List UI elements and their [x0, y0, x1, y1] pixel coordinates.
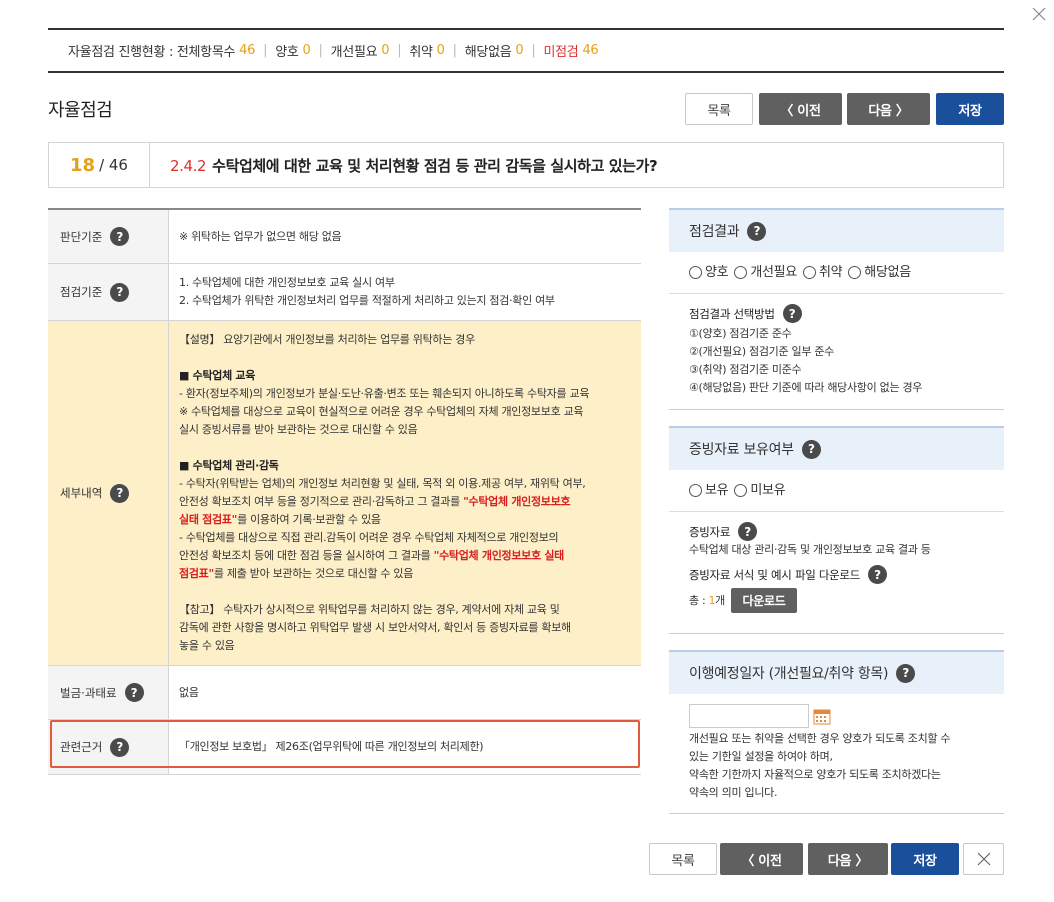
result-section: 점검결과? 양호 개선필요 취약 해당없음 점검결과 선택방법? ①(양호) 점…: [669, 208, 1004, 410]
evidence-section: 증빙자료 보유여부? 보유 미보유 증빙자료? 수탁업체 대상 관리·감독 및 …: [669, 426, 1004, 634]
table-row: 벌금·과태료? 없음: [48, 666, 641, 720]
radio-circle-icon: [848, 266, 862, 279]
divider: |: [452, 43, 457, 58]
prev-button-bottom[interactable]: 〈 이전: [720, 843, 803, 875]
window-close-button[interactable]: [1026, 2, 1052, 26]
save-button-bottom[interactable]: 저장: [891, 843, 959, 875]
row-head-check: 점검기준?: [48, 264, 169, 320]
status-na: 0: [515, 43, 524, 58]
list-button[interactable]: 목록: [685, 93, 753, 125]
file-total-count: 1: [708, 593, 716, 607]
save-button[interactable]: 저장: [936, 93, 1004, 125]
status-good-label: 양호: [275, 45, 299, 60]
question-text: 수탁업체에 대한 교육 및 처리현황 점검 등 관리 감독을 실시하고 있는가?: [212, 156, 658, 175]
result-radio-group: 양호 개선필요 취약 해당없음: [669, 252, 1004, 294]
divider: |: [531, 43, 536, 58]
method-list: ①(양호) 점검기준 준수 ②(개선필요) 점검기준 일부 준수 ③(취약) 점…: [689, 327, 923, 394]
help-icon[interactable]: ?: [738, 522, 758, 541]
close-icon: [977, 852, 990, 866]
status-improve-label: 개선필요: [330, 45, 378, 60]
status-total: 46: [239, 43, 256, 58]
method-title: 점검결과 선택방법?: [689, 304, 984, 323]
help-icon[interactable]: ?: [747, 221, 767, 241]
radio-na[interactable]: 해당없음: [848, 264, 911, 282]
radio-circle-icon: [734, 484, 748, 497]
status-unchecked-label: 미점검: [543, 45, 579, 60]
row-head-criteria: 판단기준?: [48, 210, 169, 263]
status-na-label: 해당없음: [464, 45, 512, 60]
file-total-label: 총 :: [689, 593, 706, 607]
evidence-radio-group: 보유 미보유: [669, 470, 1004, 512]
table-row: 세부내역? 【설명】 요양기관에서 개인정보를 처리하는 업무를 위탁하는 경우…: [48, 321, 641, 666]
radio-circle-icon: [689, 266, 702, 279]
help-icon[interactable]: ?: [110, 483, 130, 503]
schedule-head: 이행예정일자 (개선필요/취약 항목)?: [669, 652, 1004, 694]
prev-button[interactable]: 〈 이전: [759, 93, 842, 125]
status-good: 0: [302, 43, 311, 58]
schedule-notes: 개선필요 또는 취약을 선택한 경우 양호가 되도록 조치할 수 있는 기한일 …: [689, 732, 951, 799]
question-header: 18 / 46 2.4.2 수탁업체에 대한 교육 및 처리현황 점검 등 관리 …: [48, 142, 1004, 188]
row-head-penalty: 벌금·과태료?: [48, 666, 169, 719]
evidence-doc-title: 증빙자료?: [689, 522, 984, 541]
status-label: 자율점검 진행현황 : 전체항목수: [68, 45, 236, 60]
file-total-unit: 개: [715, 593, 725, 607]
penalty-text: 없음: [179, 685, 199, 699]
basis-text: 「개인정보 보호법」 제26조(업무위탁에 따른 개인정보의 처리제한): [179, 740, 484, 753]
status-weak-label: 취약: [409, 45, 433, 60]
result-panel: 점검결과? 양호 개선필요 취약 해당없음 점검결과 선택방법? ①(양호) 점…: [669, 208, 1004, 814]
radio-weak[interactable]: 취약: [802, 264, 843, 282]
radio-have[interactable]: 보유: [689, 482, 729, 500]
row-head-basis: 관련근거?: [48, 720, 169, 774]
calendar-icon[interactable]: [813, 707, 831, 725]
question-current: 18: [70, 154, 96, 176]
page-title: 자율점검: [48, 100, 113, 121]
check-criteria-text: 1. 수탁업체에 대한 개인정보보호 교육 실시 여부 2. 수탁업체가 위탁한…: [179, 276, 555, 307]
table-row: 점검기준? 1. 수탁업체에 대한 개인정보보호 교육 실시 여부 2. 수탁업…: [48, 264, 641, 321]
result-head: 점검결과?: [669, 210, 1004, 252]
divider: |: [318, 43, 323, 58]
close-icon: [1032, 7, 1046, 21]
help-icon[interactable]: ?: [110, 227, 130, 246]
question-counter: 18 / 46: [49, 143, 150, 187]
list-button-bottom[interactable]: 목록: [649, 843, 717, 875]
help-icon[interactable]: ?: [782, 304, 802, 323]
question-title: 2.4.2 수탁업체에 대한 교육 및 처리현황 점검 등 관리 감독을 실시하고…: [150, 155, 658, 176]
help-icon[interactable]: ?: [896, 663, 916, 683]
help-icon[interactable]: ?: [124, 683, 144, 702]
help-icon[interactable]: ?: [110, 737, 130, 757]
schedule-section: 이행예정일자 (개선필요/취약 항목)? 개선필요 또는 취약을 선택한 경우 …: [669, 650, 1004, 814]
question-code: 2.4.2: [170, 156, 207, 175]
close-button-bottom[interactable]: [963, 843, 1004, 875]
next-button[interactable]: 다음 〉: [847, 93, 930, 125]
due-date-input[interactable]: [689, 704, 809, 728]
status-improve: 0: [381, 43, 390, 58]
radio-improve[interactable]: 개선필요: [734, 264, 797, 282]
question-total: / 46: [99, 156, 128, 174]
download-button[interactable]: 다운로드: [730, 588, 797, 613]
evidence-doc-text: 수탁업체 대상 관리·감독 및 개인정보보호 교육 결과 등: [689, 543, 931, 556]
radio-good[interactable]: 양호: [689, 264, 729, 282]
help-icon[interactable]: ?: [110, 282, 130, 302]
divider: |: [263, 43, 268, 58]
status-unchecked: 46: [582, 43, 599, 58]
progress-status-bar: 자율점검 진행현황 : 전체항목수 46 | 양호 0 | 개선필요 0 | 취…: [48, 28, 1004, 73]
detail-text: 【설명】 요양기관에서 개인정보를 처리하는 업무를 위탁하는 경우 ■ 수탁업…: [169, 321, 641, 665]
radio-circle-icon: [689, 484, 702, 497]
evidence-head: 증빙자료 보유여부?: [669, 428, 1004, 470]
help-icon[interactable]: ?: [801, 439, 821, 459]
row-head-detail: 세부내역?: [48, 321, 169, 665]
radio-circle-icon: [802, 266, 816, 279]
divider: |: [397, 43, 402, 58]
criteria-text: ※ 위탁하는 업무가 없으면 해당 없음: [179, 229, 342, 243]
inspection-detail-table: 판단기준? ※ 위탁하는 업무가 없으면 해당 없음 점검기준? 1. 수탁업체…: [48, 208, 641, 775]
status-weak: 0: [436, 43, 445, 58]
help-icon[interactable]: ?: [867, 565, 887, 584]
table-row: 관련근거? 「개인정보 보호법」 제26조(업무위탁에 따른 개인정보의 처리제…: [48, 720, 641, 775]
radio-not-have[interactable]: 미보유: [734, 482, 786, 500]
download-title: 증빙자료 서식 및 예시 파일 다운로드?: [689, 565, 984, 584]
next-button-bottom[interactable]: 다음 〉: [808, 843, 888, 875]
radio-circle-icon: [734, 266, 748, 279]
table-row: 판단기준? ※ 위탁하는 업무가 없으면 해당 없음: [48, 210, 641, 264]
